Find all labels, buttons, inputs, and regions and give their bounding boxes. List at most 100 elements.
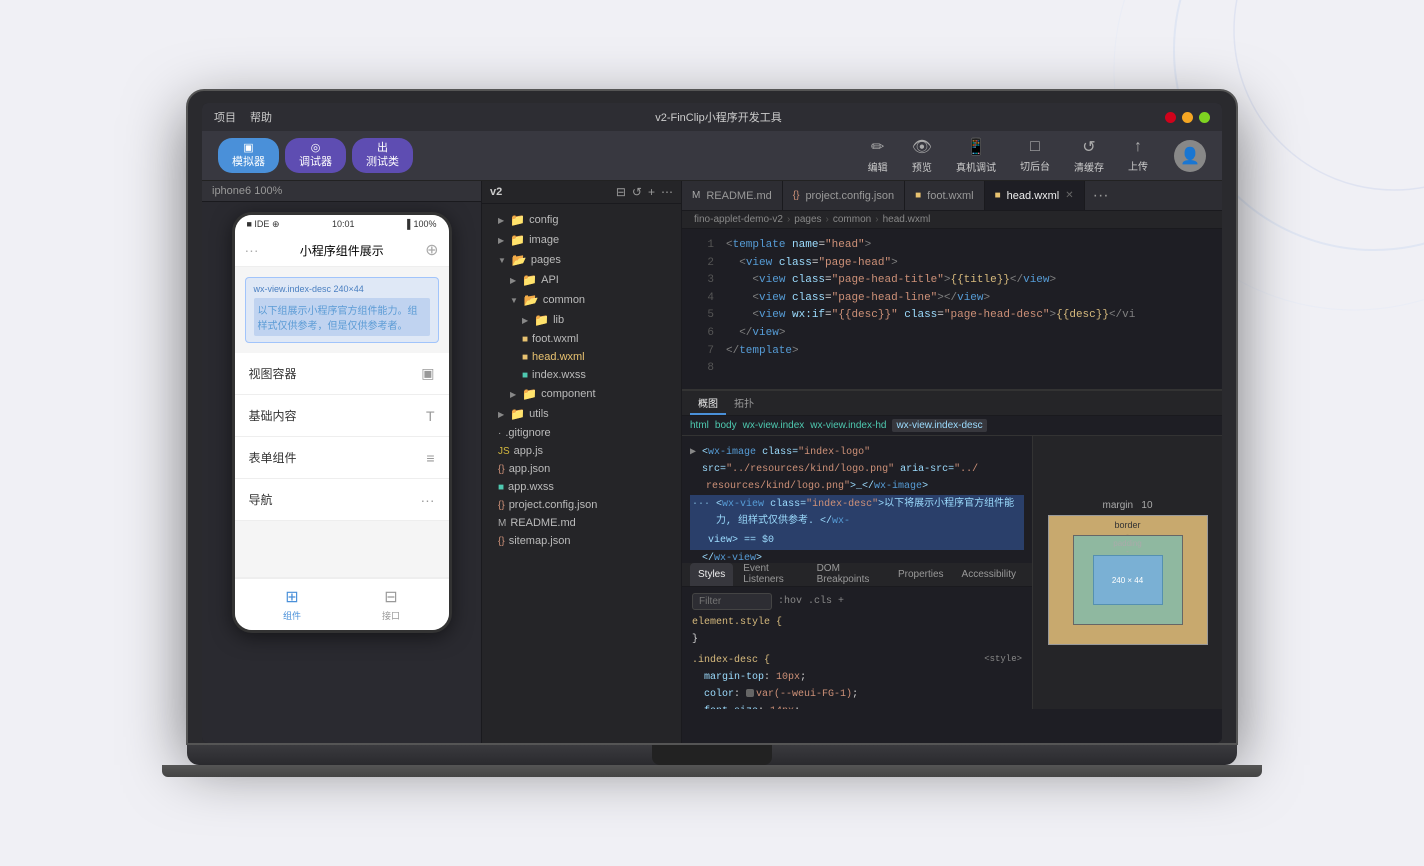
devtools-tab-elements[interactable]: 概图 [690,391,726,415]
menu-item-nav[interactable]: 导航 ··· [235,479,449,521]
tree-add-btn[interactable]: + [648,185,655,199]
style-prop-color: color: var(--weui-FG-1); [692,686,1022,703]
tree-file-app-js[interactable]: JS app.js [482,442,681,460]
line-number: 8 [690,360,714,378]
code-line-4: 4 <view class="page-head-line"></view> [682,290,1222,308]
tree-folder-lib[interactable]: ▶ 📁 lib [482,310,681,330]
window-max-btn[interactable] [1199,112,1210,123]
tree-file-sitemap[interactable]: {} sitemap.json [482,532,681,550]
styles-tab-styles[interactable]: Styles [690,563,733,586]
menu-bar: 项目 帮助 [214,109,272,125]
api-tab-label: 接口 [382,609,400,622]
tree-file-app-wxss[interactable]: ■ app.wxss [482,478,681,496]
box-content: 240 × 44 [1093,555,1163,605]
html-content: <wx-view class="index-desc">以下将展示小程序官方组件… [716,496,1022,530]
window-min-btn[interactable] [1182,112,1193,123]
styles-tab-accessibility[interactable]: Accessibility [954,563,1024,586]
json-file-icon: {} [498,500,505,511]
tree-refresh-btn[interactable]: ↺ [632,185,642,199]
tree-folder-component[interactable]: ▶ 📁 component [482,384,681,404]
prop-name: color [704,689,734,700]
action-upload[interactable]: ↑ 上传 [1118,134,1158,177]
txt-file-icon: · [498,428,501,439]
window-close-btn[interactable] [1165,112,1176,123]
path-item-hd[interactable]: wx-view.index-hd [810,420,886,431]
menu-item-form[interactable]: 表单组件 ≡ [235,437,449,479]
tree-collapse-btn[interactable]: ⊟ [616,185,626,199]
path-item-index[interactable]: wx-view.index [743,420,805,431]
tree-file-project-config[interactable]: {} project.config.json [482,496,681,514]
footer-tab-api[interactable]: ⊟ 接口 [382,587,400,622]
path-item-body[interactable]: body [715,420,737,431]
action-upload-label: 上传 [1128,158,1148,173]
statusbar-left: ■ IDE ⊕ [247,219,280,230]
device-debug-icon: 📱 [966,137,986,157]
tabs-more-btn[interactable]: ··· [1085,187,1117,205]
tab-project-config[interactable]: {} project.config.json [783,181,905,210]
action-device-debug[interactable]: 📱 真机调试 [946,133,1006,178]
user-avatar[interactable]: 👤 [1174,140,1206,172]
tree-folder-pages[interactable]: ▼ 📂 pages [482,250,681,270]
tree-folder-utils[interactable]: ▶ 📁 utils [482,404,681,424]
statusbar-time: 10:01 [332,219,355,230]
menu-item-view-container[interactable]: 视图容器 ▣ [235,353,449,395]
wxml-file-icon: ■ [522,334,528,345]
tree-folder-api[interactable]: ▶ 📁 API [482,270,681,290]
mode-simulator[interactable]: ▣ 模拟器 [218,138,279,172]
project-config-tab-icon: {} [793,190,800,201]
navbar-more-icon[interactable]: ⊕ [425,240,438,260]
arrow-icon: ▶ [498,216,504,225]
styles-tab-properties[interactable]: Properties [890,563,952,586]
tree-more-btn[interactable]: ⋯ [661,185,673,199]
code-line-1: 1 <template name="head"> [682,237,1222,255]
folder-open-icon: 📂 [524,293,539,307]
styles-tab-event-listeners[interactable]: Event Listeners [735,563,806,586]
tree-folder-image[interactable]: ▶ 📁 image [482,230,681,250]
tree-folder-common[interactable]: ▼ 📂 common [482,290,681,310]
menu-item-form-label: 表单组件 [249,449,297,466]
path-item-html[interactable]: html [690,420,709,431]
html-line: resources/kind/logo.png">_</wx-image> [690,478,1024,495]
code-editor[interactable]: 1 <template name="head"> 2 <view class="… [682,229,1222,389]
tab-head-wxml[interactable]: ■ head.wxml ✕ [985,181,1085,210]
html-inspector[interactable]: ▶ <wx-image class="index-logo" src="../r… [682,436,1032,563]
menu-item-basic-content[interactable]: 基础内容 T [235,395,449,437]
tab-head-close-icon[interactable]: ✕ [1065,190,1073,201]
tree-file-gitignore[interactable]: · .gitignore [482,424,681,442]
editor-tab-bar: M README.md {} project.config.json ■ foo… [682,181,1222,211]
tree-file-head-wxml[interactable]: ■ head.wxml [482,348,681,366]
path-item-desc[interactable]: wx-view.index-desc [892,419,986,432]
devtools-tab-network[interactable]: 拓扑 [726,391,762,415]
code-line-8: 8 [682,360,1222,378]
tree-file-foot-wxml[interactable]: ■ foot.wxml [482,330,681,348]
style-rule-element: element.style { } [692,614,1022,648]
wxss-file-icon: ■ [498,482,504,493]
menu-item-help[interactable]: 帮助 [250,109,272,125]
mode-buttons: ▣ 模拟器 ◎ 调试器 出 测试类 [218,138,413,172]
api-tab-icon: ⊟ [384,587,397,607]
action-clear-cache[interactable]: ↺ 清缓存 [1064,133,1114,178]
code-content: </template> [726,343,799,361]
menu-item-nav-icon: ··· [421,492,435,508]
tab-foot-wxml[interactable]: ■ foot.wxml [905,181,985,210]
action-background-label: 切后台 [1020,158,1050,173]
mode-test[interactable]: 出 测试类 [352,138,413,172]
navbar-back-icon[interactable]: ··· [245,242,259,258]
js-file-icon: JS [498,446,510,457]
tree-file-app-json[interactable]: {} app.json [482,460,681,478]
styles-tab-dom-breakpoints[interactable]: DOM Breakpoints [809,563,888,586]
action-preview[interactable]: 👁 预览 [902,133,942,178]
styles-filter-input[interactable] [692,593,772,610]
tree-file-index-wxss[interactable]: ■ index.wxss [482,366,681,384]
tree-folder-config[interactable]: ▶ 📁 config [482,210,681,230]
action-edit[interactable]: ✏ 编辑 [858,133,898,178]
file-readme-label: README.md [510,517,575,529]
menu-item-nav-label: 导航 [249,491,273,508]
menu-item-project[interactable]: 项目 [214,109,236,125]
action-background[interactable]: □ 切后台 [1010,134,1060,177]
file-foot-wxml-label: foot.wxml [532,333,578,345]
footer-tab-component[interactable]: ⊞ 组件 [283,587,301,622]
mode-debugger[interactable]: ◎ 调试器 [285,138,346,172]
tree-file-readme[interactable]: M README.md [482,514,681,532]
tab-readme[interactable]: M README.md [682,181,783,210]
